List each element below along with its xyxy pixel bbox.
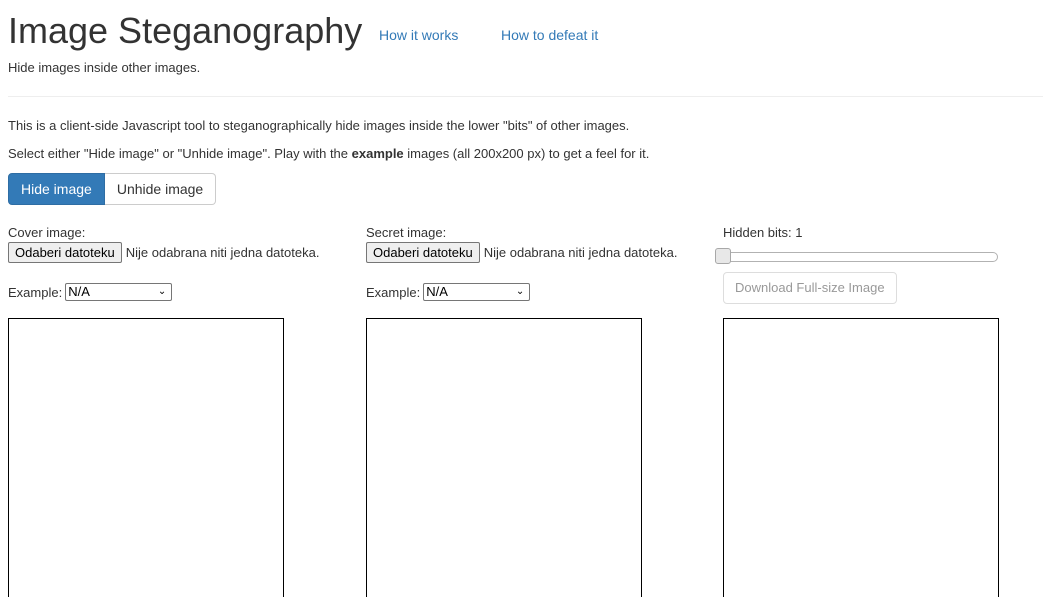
secret-example-label: Example:	[366, 284, 421, 300]
instructions-text-bold: example	[351, 146, 404, 161]
secret-image-canvas	[366, 318, 642, 597]
cover-example-select[interactable]: N/A ⌄	[65, 283, 173, 301]
output-image-canvas	[723, 318, 999, 597]
hidden-bits-label: Hidden bits: 1	[723, 225, 803, 240]
cover-image-label: Cover image:	[8, 225, 86, 240]
cover-file-button[interactable]: Odaberi datoteku	[8, 242, 122, 263]
slider-thumb[interactable]	[715, 248, 731, 264]
instructions-text-start: Select either "Hide image" or "Unhide im…	[8, 146, 352, 161]
chevron-down-icon: ⌄	[515, 286, 525, 297]
instructions-text-end: images (all 200x200 px) to get a feel fo…	[403, 146, 650, 161]
unhide-image-button[interactable]: Unhide image	[104, 173, 217, 205]
secret-file-button[interactable]: Odaberi datoteku	[366, 242, 480, 263]
secret-example-value: N/A	[426, 284, 448, 299]
cover-file-input: Odaberi datoteku Nije odabrana niti jedn…	[8, 242, 319, 263]
secret-image-label: Secret image:	[366, 225, 447, 240]
cover-image-canvas	[8, 318, 284, 597]
secret-file-input: Odaberi datoteku Nije odabrana niti jedn…	[366, 242, 677, 263]
cover-example-row: Example: N/A ⌄	[8, 283, 173, 301]
cover-example-value: N/A	[68, 284, 90, 299]
chevron-down-icon: ⌄	[157, 286, 167, 297]
download-full-size-button[interactable]: Download Full-size Image	[723, 272, 897, 304]
mode-toggle-group: Hide image Unhide image	[8, 173, 217, 205]
page: Image Steganography How it works How to …	[0, 0, 1043, 597]
cover-example-label: Example:	[8, 284, 63, 300]
secret-file-status: Nije odabrana niti jedna datoteka.	[483, 245, 678, 260]
cover-file-status: Nije odabrana niti jedna datoteka.	[125, 245, 320, 260]
page-subtitle: Hide images inside other images.	[8, 60, 201, 75]
intro-text: This is a client-side Javascript tool to…	[8, 118, 630, 133]
secret-example-select[interactable]: N/A ⌄	[423, 283, 531, 301]
nav-how-to-defeat-link[interactable]: How to defeat it	[501, 27, 598, 43]
hidden-bits-slider[interactable]	[715, 248, 998, 264]
nav-how-it-works-link[interactable]: How it works	[379, 27, 458, 43]
header-divider	[8, 96, 1043, 97]
hide-image-button[interactable]: Hide image	[8, 173, 105, 205]
secret-example-row: Example: N/A ⌄	[366, 283, 531, 301]
instructions-text: Select either "Hide image" or "Unhide im…	[8, 146, 649, 161]
page-title: Image Steganography	[8, 10, 363, 51]
